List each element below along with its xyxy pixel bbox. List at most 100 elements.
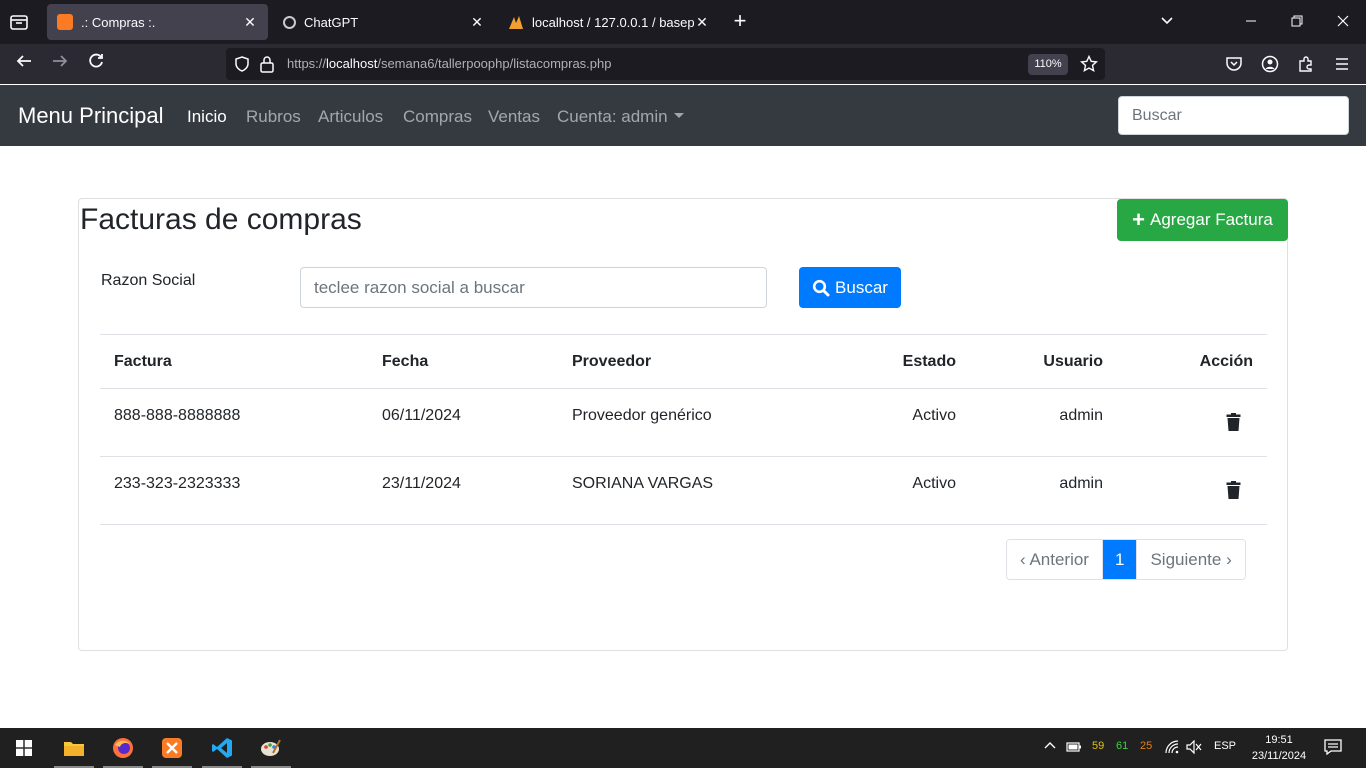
xampp-favicon-icon — [57, 14, 73, 30]
cell-proveedor: Proveedor genérico — [558, 388, 828, 457]
nav-item-articulos[interactable]: Articulos — [318, 107, 383, 127]
language-indicator[interactable]: ESP — [1214, 740, 1236, 752]
restore-icon[interactable] — [1287, 12, 1307, 32]
minimize-icon[interactable] — [1241, 12, 1261, 32]
chatgpt-favicon-icon — [283, 15, 296, 29]
cell-factura: 888-888-8888888 — [100, 388, 368, 457]
search-icon — [812, 279, 830, 296]
close-tab-icon[interactable]: ✕ — [242, 14, 258, 30]
phpmyadmin-favicon-icon — [508, 14, 524, 30]
vscode-icon[interactable] — [202, 728, 242, 768]
account-icon[interactable] — [1261, 55, 1279, 78]
pocket-icon[interactable] — [1225, 55, 1243, 78]
col-fecha: Fecha — [368, 334, 558, 389]
razon-social-input[interactable] — [300, 267, 767, 308]
firefox-icon[interactable] — [103, 728, 143, 768]
col-accion: Acción — [1117, 334, 1267, 389]
col-factura: Factura — [100, 334, 368, 389]
cell-estado: Activo — [828, 456, 970, 525]
xampp-icon[interactable] — [152, 728, 192, 768]
col-proveedor: Proveedor — [558, 334, 828, 389]
compras-card: Facturas de compras + Agregar Factura Ra… — [78, 198, 1288, 651]
tab-title: .: Compras :. — [81, 14, 156, 30]
url-path: /semana6/tallerpoophp/listacompras.php — [377, 56, 612, 71]
tray-value-2: 61 — [1116, 740, 1129, 752]
url-bar[interactable]: https://localhost/semana6/tallerpoophp/l… — [226, 48, 1105, 80]
shield-icon[interactable] — [234, 56, 250, 77]
tray-chevron-up-icon[interactable] — [1044, 740, 1056, 755]
url-scheme: https:// — [287, 56, 327, 71]
extensions-icon[interactable] — [1297, 55, 1315, 78]
hamburger-menu-icon[interactable] — [1333, 55, 1351, 78]
cell-factura: 233-323-2323333 — [100, 456, 368, 525]
clock-date: 23/11/2024 — [1251, 750, 1307, 762]
bookmark-star-icon[interactable] — [1079, 54, 1099, 78]
wifi-icon[interactable] — [1165, 740, 1179, 757]
col-estado: Estado — [828, 334, 970, 389]
cell-fecha: 23/11/2024 — [368, 456, 558, 525]
tab-title: localhost / 127.0.0.1 / basepoo2 — [532, 14, 694, 30]
reload-icon[interactable] — [84, 52, 108, 76]
trash-icon[interactable] — [1226, 413, 1241, 431]
nav-item-ventas[interactable]: Ventas — [488, 107, 540, 127]
account-label: Cuenta: admin — [557, 107, 668, 126]
tray-value-3: 25 — [1140, 740, 1153, 752]
close-tab-icon[interactable]: ✕ — [469, 14, 485, 30]
list-all-tabs-icon[interactable] — [1157, 12, 1177, 32]
cell-accion — [1117, 456, 1267, 525]
back-icon[interactable] — [12, 52, 36, 76]
url-text[interactable]: https://localhost/semana6/tallerpoophp/l… — [287, 56, 611, 71]
close-tab-icon[interactable]: ✕ — [694, 14, 710, 30]
razon-social-label: Razon Social — [101, 272, 196, 289]
cell-estado: Activo — [828, 388, 970, 457]
main-navbar: Menu Principal Inicio Rubros Articulos C… — [0, 85, 1366, 146]
trash-icon[interactable] — [1226, 481, 1241, 499]
plus-icon: + — [1132, 207, 1145, 232]
forward-icon[interactable] — [48, 52, 72, 76]
navbar-search-input[interactable] — [1118, 96, 1349, 135]
browser-tab-phpmyadmin[interactable]: localhost / 127.0.0.1 / basepoo2 ✕ — [498, 4, 720, 40]
add-invoice-button[interactable]: + Agregar Factura — [1117, 199, 1288, 241]
url-host: localhost — [326, 56, 378, 71]
battery-icon[interactable] — [1066, 741, 1082, 756]
pagination: ‹ Anterior 1 Siguiente › — [1006, 539, 1246, 580]
pagination-next[interactable]: Siguiente › — [1136, 540, 1245, 579]
cell-usuario: admin — [970, 388, 1117, 457]
new-tab-icon[interactable]: + — [729, 10, 751, 32]
browser-tab-compras[interactable]: .: Compras :. ✕ — [47, 4, 268, 40]
table-row: 233-323-2323333 23/11/2024 SORIANA VARGA… — [100, 456, 1267, 525]
nav-item-compras[interactable]: Compras — [403, 107, 472, 127]
add-invoice-label: Agregar Factura — [1150, 210, 1273, 229]
col-usuario: Usuario — [970, 334, 1117, 389]
cell-proveedor: SORIANA VARGAS — [558, 456, 828, 525]
page-title: Facturas de compras — [80, 203, 362, 236]
caret-down-icon — [673, 113, 684, 118]
volume-muted-icon[interactable] — [1186, 739, 1202, 757]
cell-usuario: admin — [970, 456, 1117, 525]
browser-tab-chatgpt[interactable]: ChatGPT ✕ — [273, 4, 495, 40]
search-button[interactable]: Buscar — [799, 267, 901, 308]
nav-item-inicio[interactable]: Inicio — [187, 107, 227, 127]
paint-icon[interactable] — [251, 728, 291, 768]
zoom-level-badge[interactable]: 110% — [1028, 54, 1068, 75]
invoices-table: Factura Fecha Proveedor Estado Usuario A… — [100, 334, 1267, 525]
tray-value-1: 59 — [1092, 740, 1105, 752]
window-close-icon[interactable] — [1333, 12, 1353, 32]
file-explorer-icon[interactable] — [54, 728, 94, 768]
tab-list-icon[interactable] — [8, 12, 30, 32]
windows-start-icon[interactable] — [4, 728, 44, 768]
table-header-row: Factura Fecha Proveedor Estado Usuario A… — [100, 334, 1267, 389]
notifications-icon[interactable] — [1324, 739, 1342, 758]
cell-fecha: 06/11/2024 — [368, 388, 558, 457]
taskbar-clock[interactable]: 19:51 23/11/2024 — [1244, 732, 1314, 764]
nav-item-rubros[interactable]: Rubros — [246, 107, 301, 127]
tab-title: ChatGPT — [304, 14, 359, 30]
navbar-brand[interactable]: Menu Principal — [18, 103, 164, 129]
pagination-current-page[interactable]: 1 — [1101, 540, 1137, 579]
lock-icon[interactable] — [259, 55, 275, 78]
nav-item-cuenta-dropdown[interactable]: Cuenta: admin — [557, 107, 684, 127]
clock-time: 19:51 — [1265, 734, 1293, 746]
table-row: 888-888-8888888 06/11/2024 Proveedor gen… — [100, 388, 1267, 457]
browser-toolbar: https://localhost/semana6/tallerpoophp/l… — [0, 44, 1366, 84]
pagination-prev[interactable]: ‹ Anterior — [1007, 540, 1102, 579]
